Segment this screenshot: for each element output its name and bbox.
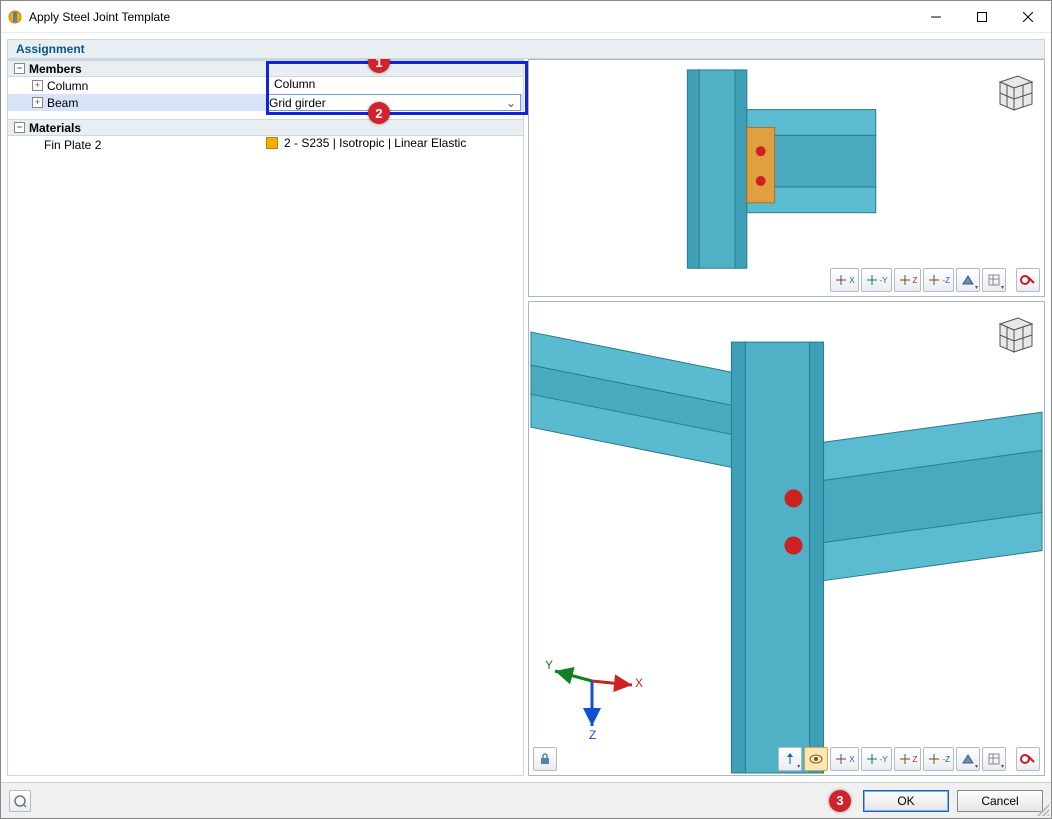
close-button[interactable] (1005, 1, 1051, 32)
lock-view-button[interactable] (533, 747, 557, 771)
view-xz-button[interactable]: -Y (861, 268, 892, 292)
assignment-panel: − Members + Column Column + Beam Grid gi… (7, 59, 524, 776)
preview-view-toolbar: X -Y Z -Z ▾ ▾ (830, 268, 1040, 292)
view-direction-button[interactable]: ▾ (778, 747, 802, 771)
svg-text:Y: Y (545, 658, 553, 672)
resize-grip-icon[interactable] (1037, 804, 1049, 816)
model-viewport[interactable]: X Y Z ▾ X -Y Z (528, 301, 1045, 776)
view-cube-icon[interactable] (988, 310, 1036, 358)
view-reset-button[interactable] (1016, 747, 1040, 771)
members-group[interactable]: − Members (8, 60, 523, 77)
fin-plate-label: Fin Plate 2 (44, 138, 101, 152)
view-iso-button[interactable]: ▾ (956, 268, 980, 292)
view-yz-button[interactable]: Z (894, 268, 922, 292)
material-swatch-icon (266, 137, 278, 149)
ok-button[interactable]: OK (863, 790, 949, 812)
fin-plate-value: 2 - S235 | Isotropic | Linear Elastic (284, 136, 466, 150)
view-xz-button[interactable]: -Y (861, 747, 892, 771)
svg-text:X: X (635, 676, 643, 690)
axis-triad-icon: X Y Z (537, 641, 647, 741)
view-yz-button[interactable]: Z (894, 747, 922, 771)
model-view-toolbar: ▾ X -Y Z -Z ▾ ▾ (778, 747, 1040, 771)
member-column-value: Column (266, 77, 521, 91)
member-beam-row[interactable]: + Beam Grid girder ⌄ (8, 94, 523, 111)
template-joint-icon (529, 60, 1044, 296)
model-left-toolbar (533, 747, 557, 771)
view-xy-button[interactable]: X (830, 268, 858, 292)
help-button[interactable] (9, 790, 31, 812)
materials-label: Materials (29, 121, 81, 135)
view-style-button[interactable]: ▾ (982, 268, 1006, 292)
title-bar: Apply Steel Joint Template (1, 1, 1051, 33)
view-cube-icon[interactable] (988, 68, 1036, 116)
svg-text:Z: Z (589, 728, 596, 741)
template-preview-viewport[interactable]: X -Y Z -Z ▾ ▾ (528, 59, 1045, 297)
section-header: Assignment (7, 39, 1045, 59)
expand-icon[interactable]: + (32, 97, 43, 108)
expand-icon[interactable]: + (32, 80, 43, 91)
view-perspective-button[interactable] (804, 747, 828, 771)
member-beam-label: Beam (47, 96, 78, 110)
view-style-button[interactable]: ▾ (982, 747, 1006, 771)
view-iso-button[interactable]: ▾ (956, 747, 980, 771)
callout-2: 2 (368, 102, 390, 124)
window-title: Apply Steel Joint Template (29, 10, 913, 24)
maximize-button[interactable] (959, 1, 1005, 32)
view-mz-button[interactable]: -Z (923, 747, 954, 771)
view-xy-button[interactable]: X (830, 747, 858, 771)
app-icon (7, 9, 23, 25)
minimize-button[interactable] (913, 1, 959, 32)
footer: 3 OK Cancel (1, 782, 1051, 818)
member-column-label: Column (47, 79, 88, 93)
collapse-icon[interactable]: − (14, 63, 25, 74)
cancel-button[interactable]: Cancel (957, 790, 1043, 812)
view-reset-button[interactable] (1016, 268, 1040, 292)
view-mz-button[interactable]: -Z (923, 268, 954, 292)
material-fin-plate-row[interactable]: Fin Plate 2 2 - S235 | Isotropic | Linea… (8, 136, 523, 153)
member-beam-dropdown[interactable]: Grid girder ⌄ (266, 94, 521, 111)
member-column-row[interactable]: + Column Column (8, 77, 523, 94)
members-label: Members (29, 62, 82, 76)
callout-3: 3 (829, 790, 851, 812)
materials-group[interactable]: − Materials (8, 119, 523, 136)
chevron-down-icon: ⌄ (504, 96, 518, 110)
collapse-icon[interactable]: − (14, 122, 25, 133)
